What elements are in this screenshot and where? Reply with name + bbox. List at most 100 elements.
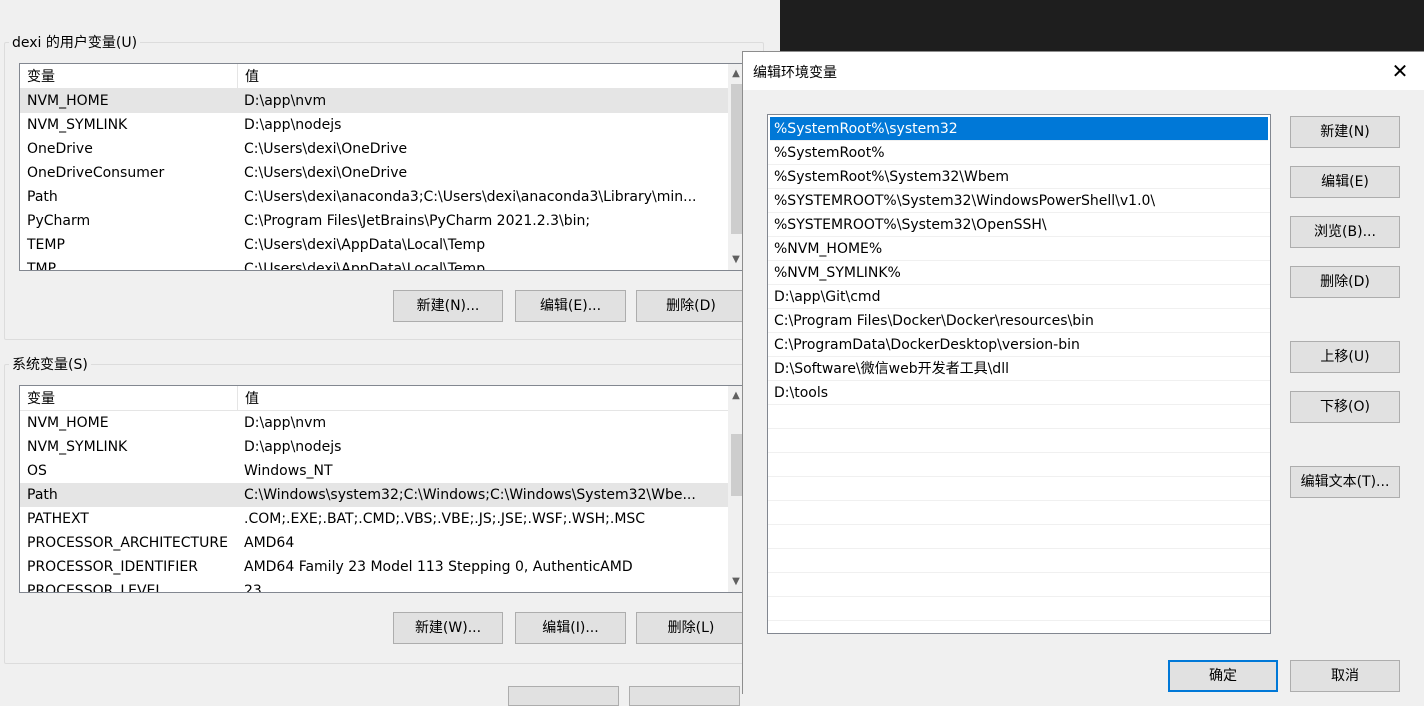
user-edit-button[interactable]: 编辑(E)... — [515, 290, 626, 322]
close-icon[interactable]: ✕ — [1385, 58, 1415, 86]
path-entry[interactable]: %SYSTEMROOT%\System32\WindowsPowerShell\… — [768, 189, 1270, 213]
variable-value-cell: Windows_NT — [244, 463, 333, 479]
variable-value-cell: AMD64 — [244, 535, 295, 551]
table-row[interactable]: NVM_SYMLINK D:\app\nodejs — [20, 113, 728, 137]
variable-value-cell: C:\Users\dexi\anaconda3;C:\Users\dexi\an… — [244, 189, 697, 205]
empty-path-row[interactable] — [768, 477, 1270, 501]
scroll-thumb[interactable] — [731, 434, 742, 496]
variable-name-cell: TMP — [27, 261, 57, 271]
variable-name-cell: OneDriveConsumer — [27, 165, 165, 181]
table-row[interactable]: PyCharm C:\Program Files\JetBrains\PyChar… — [20, 209, 728, 233]
path-entry[interactable]: C:\ProgramData\DockerDesktop\version-bin — [768, 333, 1270, 357]
variable-name-cell: OneDrive — [27, 141, 93, 157]
table-row[interactable]: TMP C:\Users\dexi\AppData\Local\Temp — [20, 257, 728, 271]
variable-name-cell: TEMP — [27, 237, 65, 253]
variable-name-cell: NVM_SYMLINK — [27, 439, 128, 455]
table-row[interactable]: PROCESSOR_LEVEL 23 — [20, 579, 728, 593]
variable-name-cell: PROCESSOR_LEVEL — [27, 583, 164, 593]
variable-name-cell: PROCESSOR_IDENTIFIER — [27, 559, 198, 575]
path-entry[interactable]: C:\Program Files\Docker\Docker\resources… — [768, 309, 1270, 333]
system-edit-button[interactable]: 编辑(I)... — [515, 612, 626, 644]
table-row[interactable]: NVM_SYMLINK D:\app\nodejs — [20, 435, 728, 459]
variable-name-cell: NVM_SYMLINK — [27, 117, 128, 133]
edit-button[interactable]: 编辑(E) — [1290, 166, 1400, 198]
path-entries-list[interactable]: %SystemRoot%\system32 %SystemRoot% %System… — [767, 114, 1271, 634]
user-vars-rows: NVM_HOME D:\app\nvm NVM_SYMLINK D:\app\node… — [20, 89, 728, 271]
user-new-button[interactable]: 新建(N)... — [393, 290, 503, 322]
column-header-variable[interactable]: 变量 — [20, 386, 237, 410]
browse-button[interactable]: 浏览(B)... — [1290, 216, 1400, 248]
variable-value-cell: D:\app\nodejs — [244, 117, 342, 133]
table-row[interactable]: PROCESSOR_IDENTIFIER AMD64 Family 23 Mode… — [20, 555, 728, 579]
environment-variables-window: dexi 的用户变量(U) 变量 值 NVM_HOME D:\app\nvm NVM… — [0, 0, 780, 706]
column-header-variable[interactable]: 变量 — [20, 64, 237, 88]
variable-value-cell: 23 — [244, 583, 262, 593]
cancel-button[interactable]: 取消 — [1290, 660, 1400, 692]
variable-value-cell: C:\Program Files\JetBrains\PyCharm 2021.… — [244, 213, 591, 229]
user-vars-group-title: dexi 的用户变量(U) — [9, 32, 141, 52]
path-entry[interactable]: D:\app\Git\cmd — [768, 285, 1270, 309]
empty-path-row[interactable] — [768, 501, 1270, 525]
path-entry[interactable]: %SystemRoot% — [768, 141, 1270, 165]
scroll-thumb[interactable] — [731, 84, 742, 234]
column-header-value[interactable]: 值 — [238, 64, 725, 88]
empty-path-row[interactable] — [768, 525, 1270, 549]
table-row[interactable]: Path C:\Windows\system32;C:\Windows;C:\Wi… — [20, 483, 728, 507]
empty-path-row[interactable] — [768, 453, 1270, 477]
variable-value-cell: C:\Users\dexi\OneDrive — [244, 141, 408, 157]
path-entry[interactable]: %SYSTEMROOT%\System32\OpenSSH\ — [768, 213, 1270, 237]
system-vars-list[interactable]: 变量 值 NVM_HOME D:\app\nvm NVM_SYMLINK D:\app… — [19, 385, 745, 593]
variable-name-cell: NVM_HOME — [27, 415, 109, 431]
variable-value-cell: AMD64 Family 23 Model 113 Stepping 0, Au… — [244, 559, 633, 575]
system-vars-list-header: 变量 值 — [20, 386, 728, 411]
table-row[interactable]: NVM_HOME D:\app\nvm — [20, 411, 728, 435]
window-ok-button-partial[interactable] — [508, 686, 619, 706]
path-entry[interactable]: D:\tools — [768, 381, 1270, 405]
variable-value-cell: .COM;.EXE;.BAT;.CMD;.VBS;.VBE;.JS;.JSE;.… — [244, 511, 646, 527]
table-row[interactable]: OneDrive C:\Users\dexi\OneDrive — [20, 137, 728, 161]
dialog-titlebar[interactable]: 编辑环境变量 ✕ — [743, 52, 1424, 90]
empty-path-row[interactable] — [768, 549, 1270, 573]
variable-value-cell: D:\app\nvm — [244, 93, 327, 109]
column-header-value[interactable]: 值 — [238, 386, 725, 410]
table-row[interactable]: OneDriveConsumer C:\Users\dexi\OneDrive — [20, 161, 728, 185]
empty-path-row[interactable] — [768, 573, 1270, 597]
delete-button[interactable]: 删除(D) — [1290, 266, 1400, 298]
variable-name-cell: PATHEXT — [27, 511, 89, 527]
window-cancel-button-partial[interactable] — [629, 686, 740, 706]
path-entry[interactable]: D:\Software\微信web开发者工具\dll — [768, 357, 1270, 381]
empty-path-row[interactable] — [768, 429, 1270, 453]
path-entry[interactable]: %SystemRoot%\system32 — [770, 117, 1268, 141]
variable-value-cell: C:\Users\dexi\AppData\Local\Temp — [244, 261, 486, 271]
edit-env-var-dialog: 编辑环境变量 ✕ %SystemRoot%\system32 %SystemRoo… — [742, 51, 1424, 694]
variable-value-cell: D:\app\nvm — [244, 415, 327, 431]
path-entry[interactable]: %SystemRoot%\System32\Wbem — [768, 165, 1270, 189]
user-vars-list[interactable]: 变量 值 NVM_HOME D:\app\nvm NVM_SYMLINK D:\app… — [19, 63, 745, 271]
dialog-title: 编辑环境变量 — [753, 65, 837, 81]
variable-name-cell: NVM_HOME — [27, 93, 109, 109]
user-delete-button[interactable]: 删除(D) — [636, 290, 746, 322]
variable-name-cell: Path — [27, 189, 58, 205]
variable-name-cell: PyCharm — [27, 213, 91, 229]
table-row[interactable]: PROCESSOR_ARCHITECTURE AMD64 — [20, 531, 728, 555]
move-down-button[interactable]: 下移(O) — [1290, 391, 1400, 423]
new-button[interactable]: 新建(N) — [1290, 116, 1400, 148]
edit-text-button[interactable]: 编辑文本(T)... — [1290, 466, 1400, 498]
empty-path-row[interactable] — [768, 405, 1270, 429]
table-row[interactable]: NVM_HOME D:\app\nvm — [20, 89, 728, 113]
empty-path-row[interactable] — [768, 597, 1270, 621]
variable-value-cell: C:\Users\dexi\AppData\Local\Temp — [244, 237, 486, 253]
table-row[interactable]: OS Windows_NT — [20, 459, 728, 483]
path-entry[interactable]: %NVM_SYMLINK% — [768, 261, 1270, 285]
table-row[interactable]: TEMP C:\Users\dexi\AppData\Local\Temp — [20, 233, 728, 257]
system-new-button[interactable]: 新建(W)... — [393, 612, 503, 644]
table-row[interactable]: PATHEXT .COM;.EXE;.BAT;.CMD;.VBS;.VBE;.JS… — [20, 507, 728, 531]
path-entry[interactable]: %NVM_HOME% — [768, 237, 1270, 261]
system-vars-group-title: 系统变量(S) — [9, 354, 91, 374]
table-row[interactable]: Path C:\Users\dexi\anaconda3;C:\Users\dex… — [20, 185, 728, 209]
variable-value-cell: C:\Windows\system32;C:\Windows;C:\Window… — [244, 487, 696, 503]
variable-value-cell: D:\app\nodejs — [244, 439, 342, 455]
ok-button[interactable]: 确定 — [1168, 660, 1278, 692]
system-delete-button[interactable]: 删除(L) — [636, 612, 746, 644]
move-up-button[interactable]: 上移(U) — [1290, 341, 1400, 373]
